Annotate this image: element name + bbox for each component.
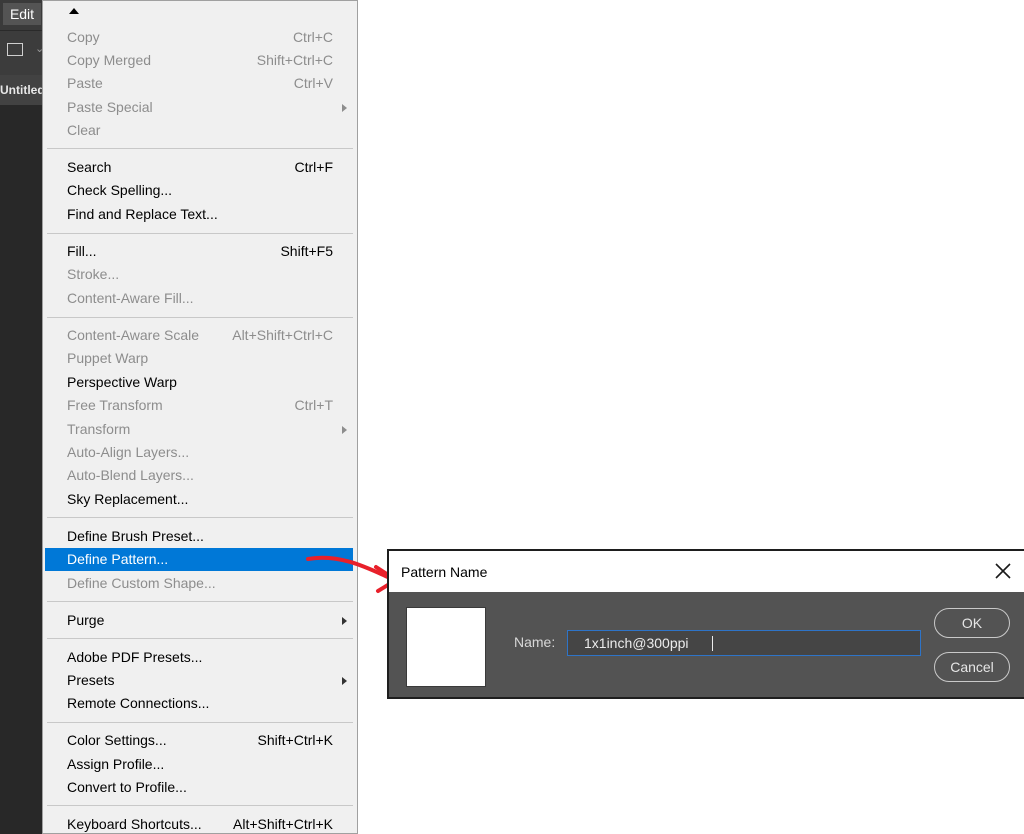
menu-item-shortcut: Alt+Shift+Ctrl+K <box>233 816 333 832</box>
canvas-area <box>0 105 44 834</box>
menu-item-content-aware-scale[interactable]: Content-Aware Scale Alt+Shift+Ctrl+C <box>45 324 353 347</box>
name-label: Name: <box>514 634 556 650</box>
menu-separator <box>47 722 353 723</box>
menu-item-label: Content-Aware Scale <box>67 327 200 343</box>
submenu-arrow-icon <box>342 104 347 112</box>
menu-item-label: Paste <box>67 75 103 91</box>
menu-item-transform[interactable]: Transform <box>45 418 353 441</box>
menu-separator <box>47 638 353 639</box>
menu-item-label: Auto-Align Layers... <box>67 444 190 460</box>
menu-item-label: Presets <box>67 672 115 688</box>
menu-item-clear[interactable]: Clear <box>45 119 353 142</box>
menu-item-label: Stroke... <box>67 266 120 282</box>
menu-item-shortcut: Ctrl+F <box>294 159 334 175</box>
menu-item-copy-merged[interactable]: Copy Merged Shift+Ctrl+C <box>45 49 353 72</box>
menu-item-find-replace[interactable]: Find and Replace Text... <box>45 203 353 226</box>
menu-item-label: Check Spelling... <box>67 182 173 198</box>
menu-item-copy[interactable]: Copy Ctrl+C <box>45 26 353 49</box>
menu-item-shortcut: Shift+F5 <box>280 243 333 259</box>
menu-item-label: Define Custom Shape... <box>67 575 216 591</box>
menu-item-content-aware-fill[interactable]: Content-Aware Fill... <box>45 287 353 310</box>
text-caret <box>712 636 713 651</box>
menu-item-shortcut: Shift+Ctrl+K <box>257 732 333 748</box>
menu-item-label: Clear <box>67 122 101 138</box>
menu-item-label: Copy <box>67 29 100 45</box>
menu-item-convert-to-profile[interactable]: Convert to Profile... <box>45 776 353 799</box>
menu-item-shortcut: Shift+Ctrl+C <box>256 52 333 68</box>
document-tab[interactable]: Untitled <box>0 75 44 105</box>
dialog-title: Pattern Name <box>401 564 488 580</box>
menu-item-remote-connections[interactable]: Remote Connections... <box>45 692 353 715</box>
menu-item-paste-special[interactable]: Paste Special <box>45 96 353 119</box>
menu-item-label: Assign Profile... <box>67 756 165 772</box>
submenu-arrow-icon <box>342 617 347 625</box>
dialog-titlebar: Pattern Name <box>389 551 1024 592</box>
menu-item-label: Copy Merged <box>67 52 152 68</box>
submenu-arrow-icon <box>342 677 347 685</box>
menu-item-free-transform[interactable]: Free Transform Ctrl+T <box>45 394 353 417</box>
menu-item-label: Define Pattern... <box>67 551 169 567</box>
menu-item-label: Puppet Warp <box>67 350 149 366</box>
menu-item-label: Color Settings... <box>67 732 167 748</box>
menu-item-sky-replacement[interactable]: Sky Replacement... <box>45 488 353 511</box>
menu-item-check-spelling[interactable]: Check Spelling... <box>45 179 353 202</box>
menu-item-label: Convert to Profile... <box>67 779 187 795</box>
dialog-body: Name: 1x1inch@300ppi OK Cancel <box>389 592 1024 697</box>
menu-item-label: Free Transform <box>67 397 163 413</box>
menu-separator <box>47 148 353 149</box>
menu-bar: Edit <box>0 0 44 30</box>
pattern-name-input[interactable]: 1x1inch@300ppi <box>567 630 921 656</box>
menu-item-shortcut: Alt+Shift+Ctrl+C <box>232 327 333 343</box>
menu-separator <box>47 805 353 806</box>
ok-button[interactable]: OK <box>934 608 1010 638</box>
menu-item-label: Transform <box>67 421 131 437</box>
cancel-button[interactable]: Cancel <box>934 652 1010 682</box>
menu-item-label: Purge <box>67 612 105 628</box>
menu-separator <box>47 233 353 234</box>
menu-item-presets[interactable]: Presets <box>45 669 353 692</box>
menu-item-puppet-warp[interactable]: Puppet Warp <box>45 347 353 370</box>
menu-item-auto-blend-layers[interactable]: Auto-Blend Layers... <box>45 464 353 487</box>
menu-separator <box>47 517 353 518</box>
menu-item-shortcut: Ctrl+V <box>293 75 333 91</box>
menu-item-label: Keyboard Shortcuts... <box>67 816 202 832</box>
menu-item-label: Remote Connections... <box>67 695 210 711</box>
menu-item-shortcut: Ctrl+C <box>292 29 333 45</box>
menu-item-auto-align-layers[interactable]: Auto-Align Layers... <box>45 441 353 464</box>
options-bar: ⌄ <box>0 30 44 75</box>
menu-item-label: Content-Aware Fill... <box>67 290 194 306</box>
menu-item-label: Define Brush Preset... <box>67 528 204 544</box>
menu-item-purge[interactable]: Purge <box>45 609 353 632</box>
menu-item-adobe-pdf-presets[interactable]: Adobe PDF Presets... <box>45 646 353 669</box>
menu-item-fill[interactable]: Fill... Shift+F5 <box>45 240 353 263</box>
pattern-name-dialog: Pattern Name Name: 1x1inch@300ppi OK Can… <box>387 549 1024 699</box>
edit-menu-title[interactable]: Edit <box>3 3 41 25</box>
menu-item-search[interactable]: Search Ctrl+F <box>45 156 353 179</box>
menu-item-label: Auto-Blend Layers... <box>67 467 194 483</box>
scroll-up-arrow-icon[interactable] <box>69 8 79 14</box>
menu-item-label: Fill... <box>67 243 97 259</box>
menu-item-keyboard-shortcuts[interactable]: Keyboard Shortcuts... Alt+Shift+Ctrl+K <box>45 813 353 833</box>
menu-item-shortcut: Ctrl+T <box>294 397 334 413</box>
menu-item-color-settings[interactable]: Color Settings... Shift+Ctrl+K <box>45 729 353 752</box>
pattern-preview <box>406 607 486 687</box>
close-icon[interactable] <box>993 561 1013 581</box>
menu-item-label: Paste Special <box>67 99 153 115</box>
menu-item-stroke[interactable]: Stroke... <box>45 263 353 286</box>
menu-item-label: Search <box>67 159 112 175</box>
pattern-name-value: 1x1inch@300ppi <box>584 635 689 651</box>
menu-item-label: Sky Replacement... <box>67 491 189 507</box>
menu-item-paste[interactable]: Paste Ctrl+V <box>45 72 353 95</box>
menu-separator <box>47 317 353 318</box>
rectangular-marquee-icon[interactable] <box>7 43 23 56</box>
edit-menu: Copy Ctrl+C Copy Merged Shift+Ctrl+C Paste… <box>42 0 358 834</box>
menu-item-perspective-warp[interactable]: Perspective Warp <box>45 371 353 394</box>
menu-item-assign-profile[interactable]: Assign Profile... <box>45 753 353 776</box>
submenu-arrow-icon <box>342 426 347 434</box>
menu-item-label: Perspective Warp <box>67 374 177 390</box>
menu-item-label: Adobe PDF Presets... <box>67 649 203 665</box>
menu-item-label: Find and Replace Text... <box>67 206 218 222</box>
